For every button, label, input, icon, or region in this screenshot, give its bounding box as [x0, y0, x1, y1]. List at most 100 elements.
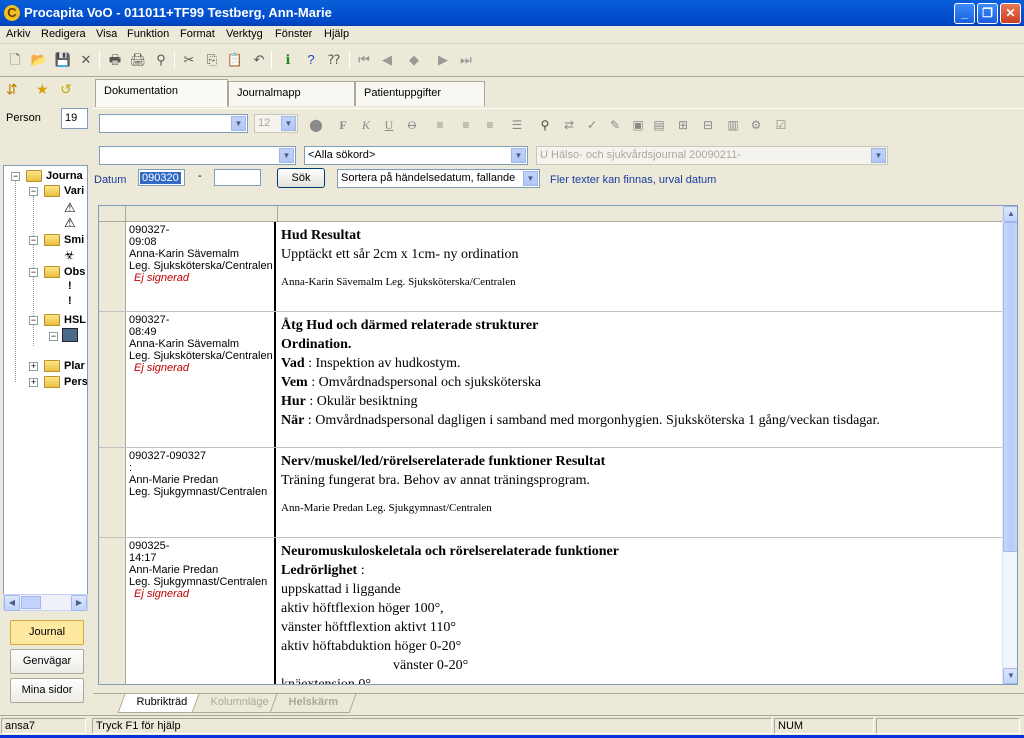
tree-horizontal-scrollbar[interactable]: ◀ ▶	[3, 594, 88, 611]
journal-entry[interactable]: 090325- 14:17 Ann-Marie Predan Leg. Sjukgym…	[99, 538, 1002, 684]
macro-icon[interactable]: ⚙	[747, 116, 765, 134]
close-button[interactable]: ✕	[1000, 3, 1021, 24]
italic-button[interactable]: K	[357, 116, 375, 134]
font-size-select[interactable]: 12 ▼	[254, 114, 298, 133]
tree-node-smi[interactable]: Smi	[64, 234, 84, 246]
info-icon[interactable]: ℹ	[279, 51, 297, 69]
template-icon[interactable]: ▥	[724, 116, 742, 134]
tree-expander[interactable]: −	[29, 236, 38, 245]
align-center-icon[interactable]: ≡	[457, 116, 475, 134]
scroll-up-icon[interactable]: ▲	[1003, 206, 1017, 222]
open-icon[interactable]: 📂	[30, 51, 48, 69]
pin-icon[interactable]: ⇵	[6, 81, 18, 98]
tab-journalmapp[interactable]: Journalmapp	[228, 81, 355, 106]
tab-patientuppgifter[interactable]: Patientuppgifter	[355, 81, 485, 106]
nav-genvagar-button[interactable]: Genvägar	[10, 649, 84, 674]
tree-node-plar[interactable]: Plar	[64, 360, 85, 372]
prev-record-icon[interactable]: ◀	[378, 51, 396, 69]
minimize-button[interactable]: _	[954, 3, 975, 24]
entry-text[interactable]: Åtg Hud och därmed relaterade strukturer…	[278, 312, 1002, 447]
scroll-right-icon[interactable]: ▶	[71, 595, 87, 611]
vertical-scrollbar[interactable]: ▲ ▼	[1002, 206, 1017, 684]
journal-entry[interactable]: 090327- 08:49 Anna-Karin Sävemalm Leg. Sjuk…	[99, 312, 1002, 448]
help-icon[interactable]: ?	[302, 51, 320, 69]
table-icon[interactable]: ⊞	[674, 116, 692, 134]
nav-mina-sidor-button[interactable]: Mina sidor	[10, 678, 84, 703]
current-record-icon[interactable]: ◆	[405, 51, 423, 69]
align-right-icon[interactable]: ≡	[481, 116, 499, 134]
menu-redigera[interactable]: Redigera	[41, 28, 86, 40]
tree-expander[interactable]: −	[29, 316, 38, 325]
print-preview-icon[interactable]: 🖨	[129, 51, 147, 69]
menu-format[interactable]: Format	[180, 28, 215, 40]
nav-journal-button[interactable]: Journal	[10, 620, 84, 645]
sort-select[interactable]: Sortera på händelsedatum, fallande ▼	[337, 169, 540, 188]
cut-icon[interactable]: ✂	[180, 51, 198, 69]
menu-visa[interactable]: Visa	[96, 28, 117, 40]
menu-fonster[interactable]: Fönster	[275, 28, 312, 40]
tree-expander[interactable]: −	[29, 187, 38, 196]
table-edit-icon[interactable]: ⊟	[699, 116, 717, 134]
scroll-thumb[interactable]	[21, 596, 41, 609]
binoculars-icon[interactable]: ⚲	[536, 116, 554, 134]
text-color-icon[interactable]: ⬤	[307, 116, 325, 134]
save-icon[interactable]: 💾	[54, 51, 72, 69]
refresh-icon[interactable]: ↺	[60, 81, 72, 98]
tab-dokumentation[interactable]: Dokumentation	[95, 79, 228, 107]
journal-entry[interactable]: 090327- 09:08 Anna-Karin Sävemalm Leg. Sjuk…	[99, 222, 1002, 312]
insert-image-icon[interactable]: ▣	[629, 116, 647, 134]
scroll-left-icon[interactable]: ◀	[4, 595, 20, 611]
menu-funktion[interactable]: Funktion	[127, 28, 169, 40]
maximize-button[interactable]: ❐	[977, 3, 998, 24]
menu-arkiv[interactable]: Arkiv	[6, 28, 30, 40]
journal-entry[interactable]: 090327-090327: Ann-Marie Predan Leg. Sjukg…	[99, 448, 1002, 538]
strikethrough-button[interactable]: O	[403, 116, 421, 134]
context-help-icon[interactable]: ⁇	[325, 51, 343, 69]
paste-icon[interactable]: 📋	[226, 51, 244, 69]
delete-icon[interactable]: ✕	[77, 51, 95, 69]
underline-button[interactable]: U	[380, 116, 398, 134]
journal-select[interactable]: U Hälso- och sjukvårdsjournal 20090211- ▼	[536, 146, 888, 165]
entry-text[interactable]: Nerv/muskel/led/rörelserelaterade funkti…	[278, 448, 1002, 537]
print-icon[interactable]: 🖶	[106, 51, 124, 69]
menu-verktyg[interactable]: Verktyg	[226, 28, 263, 40]
tree-node-vari[interactable]: Vari	[64, 185, 84, 197]
tree-expander[interactable]: +	[29, 362, 38, 371]
date-to-input[interactable]	[214, 169, 261, 186]
tree-node-journal[interactable]: Journa	[46, 170, 83, 182]
spell-options-icon[interactable]: ✎	[606, 116, 624, 134]
tree-expander[interactable]: −	[49, 332, 58, 341]
find-icon[interactable]: ⚲	[152, 51, 170, 69]
find-replace-icon[interactable]: ⇄	[560, 116, 578, 134]
scroll-down-icon[interactable]: ▼	[1003, 668, 1017, 684]
category-select[interactable]: ▼	[99, 146, 296, 165]
first-record-icon[interactable]: ⏮	[355, 51, 373, 69]
insert-object-icon[interactable]: ▤	[650, 116, 668, 134]
tree-expander[interactable]: −	[11, 172, 20, 181]
date-from-input[interactable]: 090320	[138, 169, 185, 186]
tree-node-obs[interactable]: Obs	[64, 266, 85, 278]
undo-icon[interactable]: ↶	[250, 51, 268, 69]
keyword-select[interactable]: <Alla sökord> ▼	[304, 146, 528, 165]
scroll-thumb[interactable]	[1003, 222, 1017, 552]
new-icon[interactable]: 🗋	[6, 51, 24, 69]
check-icon[interactable]: ☑	[772, 116, 790, 134]
entry-text[interactable]: Hud Resultat Upptäckt ett sår 2cm x 1cm- …	[278, 222, 1002, 311]
menu-hjalp[interactable]: Hjälp	[324, 28, 349, 40]
align-left-icon[interactable]: ≡	[431, 116, 449, 134]
copy-icon[interactable]: ⎘	[203, 51, 221, 69]
tree-expander[interactable]: −	[29, 268, 38, 277]
bold-button[interactable]: F	[334, 116, 352, 134]
tree-expander[interactable]: +	[29, 378, 38, 387]
tree-node-hsl[interactable]: HSL	[64, 314, 86, 326]
search-button[interactable]: Sök	[277, 168, 325, 188]
font-family-select[interactable]: ▼	[99, 114, 248, 133]
last-record-icon[interactable]: ⏭	[457, 51, 475, 69]
entry-text[interactable]: Neuromuskuloskeletala och rörelserelater…	[278, 538, 1002, 684]
tab-helskarm[interactable]: Helskärm	[269, 694, 357, 713]
spellcheck-icon[interactable]: ✓	[583, 116, 601, 134]
next-record-icon[interactable]: ▶	[434, 51, 452, 69]
favorite-star-icon[interactable]: ★	[36, 81, 49, 98]
tree-node-pers[interactable]: Pers	[64, 376, 87, 388]
person-input[interactable]: 19	[61, 108, 88, 129]
